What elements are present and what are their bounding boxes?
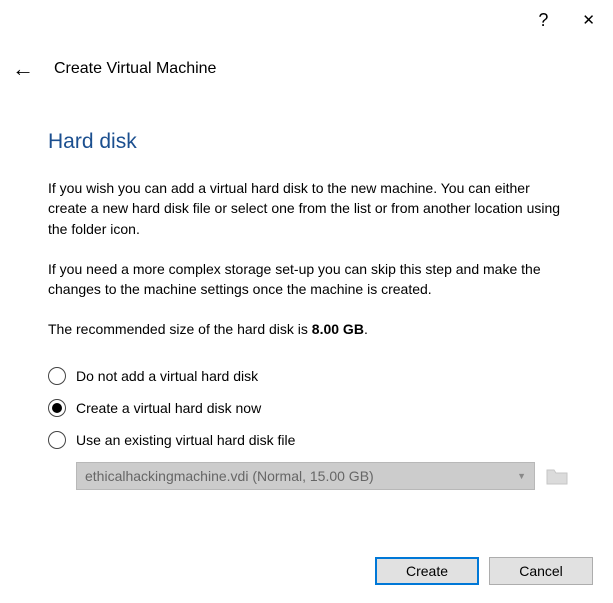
recommended-prefix: The recommended size of the hard disk is xyxy=(48,321,312,337)
radio-icon-selected xyxy=(48,399,66,417)
recommended-suffix: . xyxy=(364,321,368,337)
existing-disk-value: ethicalhackingmachine.vdi (Normal, 15.00… xyxy=(85,468,374,484)
radio-create-now[interactable]: Create a virtual hard disk now xyxy=(48,392,569,424)
page-heading: Hard disk xyxy=(48,130,569,154)
description-2: If you need a more complex storage set-u… xyxy=(48,259,569,300)
radio-label-no-disk: Do not add a virtual hard disk xyxy=(76,368,258,384)
radio-label-use-existing: Use an existing virtual hard disk file xyxy=(76,432,295,448)
create-button[interactable]: Create xyxy=(375,557,479,585)
help-icon[interactable]: ? xyxy=(538,10,548,31)
radio-icon xyxy=(48,431,66,449)
dialog-title: Create Virtual Machine xyxy=(54,60,216,78)
radio-icon xyxy=(48,367,66,385)
radio-label-create-now: Create a virtual hard disk now xyxy=(76,400,261,416)
recommended-value: 8.00 GB xyxy=(312,321,364,337)
cancel-button[interactable]: Cancel xyxy=(489,557,593,585)
radio-use-existing[interactable]: Use an existing virtual hard disk file xyxy=(48,424,569,456)
back-arrow-icon[interactable]: ← xyxy=(12,58,34,80)
existing-disk-select: ethicalhackingmachine.vdi (Normal, 15.00… xyxy=(76,462,535,490)
recommended-size-text: The recommended size of the hard disk is… xyxy=(48,319,569,339)
radio-no-disk[interactable]: Do not add a virtual hard disk xyxy=(48,360,569,392)
chevron-down-icon: ▼ xyxy=(517,471,526,481)
close-icon[interactable]: ✕ xyxy=(578,9,599,31)
description-1: If you wish you can add a virtual hard d… xyxy=(48,178,569,239)
folder-icon[interactable] xyxy=(545,465,569,487)
